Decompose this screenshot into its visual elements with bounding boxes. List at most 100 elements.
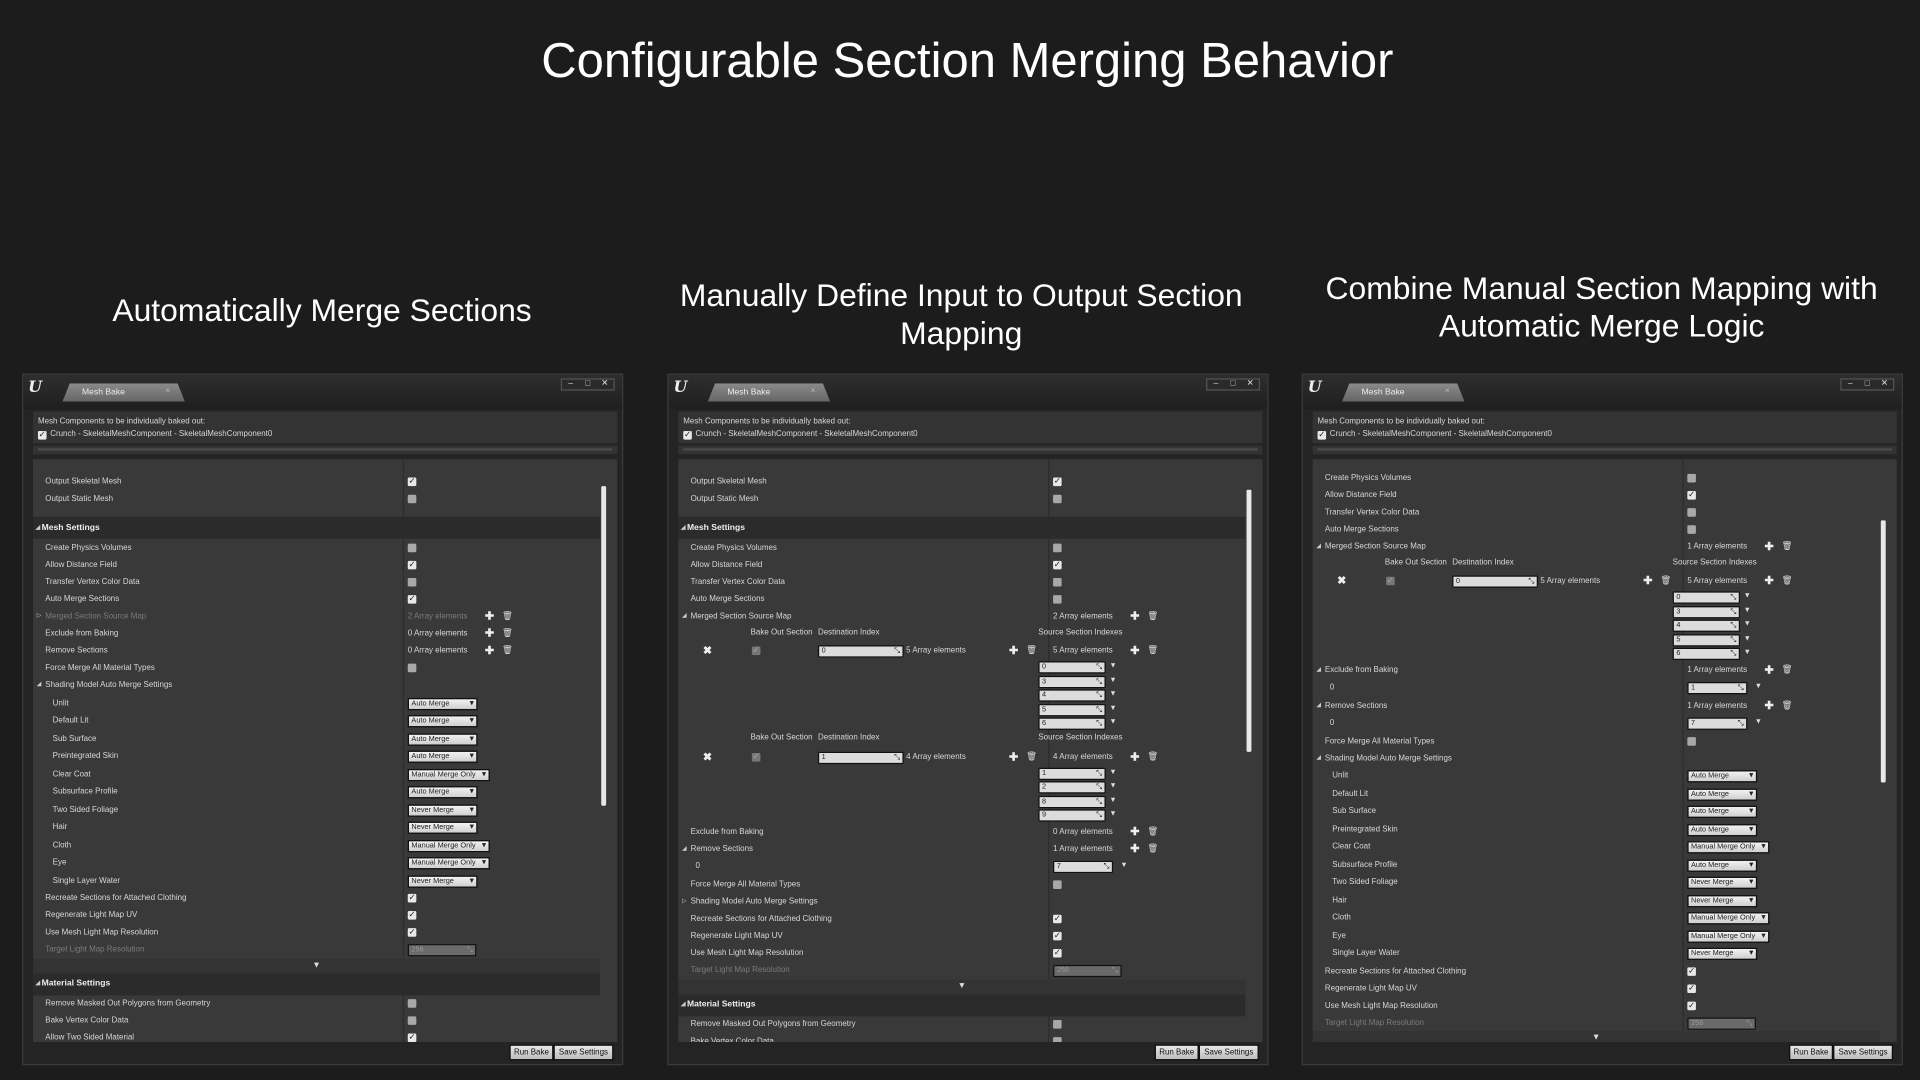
expand-triangle-icon[interactable]: ◢ [1316, 701, 1321, 708]
dropdown[interactable]: Manual Merge Only [1687, 912, 1770, 925]
tab-mesh-bake[interactable]: Mesh Bake × [1342, 383, 1465, 402]
checkbox[interactable] [407, 577, 417, 586]
expand-triangle-icon[interactable]: ◢ [1316, 754, 1321, 761]
checkbox[interactable] [1053, 1020, 1062, 1029]
element-menu-arrow[interactable]: ▼ [1109, 663, 1116, 670]
horizontal-scrollbar[interactable] [33, 445, 618, 455]
property-row[interactable]: ◢ Merged Section Source Map 1 Array elemen… [1313, 538, 1880, 556]
property-row[interactable]: ◢ Remove Sections 1 Array elements ✚ 🗑 [678, 840, 1245, 858]
expand-triangle-icon[interactable]: ◢ [681, 1000, 686, 1007]
dropdown[interactable]: Manual Merge Only [1687, 930, 1770, 943]
vertical-scrollbar[interactable] [601, 486, 607, 807]
delete-all-icon[interactable]: 🗑 [1147, 611, 1158, 621]
element-menu-arrow[interactable]: ▼ [1744, 649, 1751, 656]
remove-entry-icon[interactable]: ✖ [1337, 574, 1346, 587]
array-value-field[interactable]: 7 [1053, 861, 1114, 874]
dropdown[interactable]: Manual Merge Only [407, 839, 490, 852]
delete-all-icon[interactable]: 🗑 [1147, 751, 1158, 761]
checkbox[interactable]: ✓ [1053, 560, 1062, 569]
number-field[interactable]: 256 [1687, 1016, 1756, 1030]
tab-close-icon[interactable]: × [810, 387, 815, 396]
checkbox[interactable]: ✓ [1053, 914, 1062, 924]
add-element-icon[interactable]: ✚ [485, 627, 494, 640]
delete-all-icon[interactable]: 🗑 [502, 645, 513, 656]
vertical-scrollbar[interactable] [1880, 520, 1886, 783]
delete-all-icon[interactable]: 🗑 [502, 628, 513, 638]
add-element-icon[interactable]: ✚ [1009, 644, 1018, 657]
checkbox[interactable] [1687, 524, 1696, 534]
checkbox[interactable] [1687, 473, 1696, 482]
save-settings-button[interactable]: Save Settings [1833, 1044, 1894, 1061]
title-bar[interactable]: U Mesh Bake × ‒ □ ✕ [23, 374, 623, 409]
element-menu-arrow[interactable]: ▼ [1120, 862, 1127, 869]
remove-entry-icon[interactable]: ✖ [703, 750, 712, 763]
minimize-button[interactable]: ‒ [1842, 380, 1859, 390]
checkbox[interactable] [1053, 543, 1062, 552]
section-header[interactable]: ◢ Mesh Settings [33, 516, 601, 539]
section-header[interactable]: ◢ Material Settings [678, 993, 1246, 1016]
vertical-scrollbar[interactable] [1246, 489, 1252, 752]
source-index-field[interactable]: 2 [1038, 781, 1106, 794]
add-element-icon[interactable]: ✚ [1130, 825, 1139, 838]
title-bar[interactable]: U Mesh Bake × ‒ □ ✕ [668, 374, 1268, 409]
remove-entry-icon[interactable]: ✖ [703, 644, 712, 657]
delete-all-icon[interactable]: 🗑 [1782, 665, 1793, 675]
add-element-icon[interactable]: ✚ [1009, 750, 1018, 763]
advanced-expander[interactable]: ▼ [1312, 1031, 1880, 1043]
add-element-icon[interactable]: ✚ [1130, 842, 1139, 855]
add-element-icon[interactable]: ✚ [1130, 644, 1139, 657]
element-menu-arrow[interactable]: ▼ [1755, 719, 1762, 726]
checkbox[interactable]: ✓ [1053, 948, 1062, 958]
section-header[interactable]: ◢ Mesh Settings [678, 516, 1246, 539]
array-value-field[interactable]: 7 [1687, 717, 1748, 731]
maximize-button[interactable]: □ [579, 380, 596, 390]
source-index-field[interactable]: 8 [1038, 795, 1106, 808]
dropdown[interactable]: Auto Merge [1687, 788, 1758, 801]
dropdown[interactable]: Never Merge [407, 875, 478, 888]
dropdown[interactable]: Auto Merge [1687, 823, 1758, 837]
number-field[interactable]: 256 [407, 944, 477, 957]
add-element-icon[interactable]: ✚ [485, 609, 494, 622]
minimize-button[interactable]: ‒ [562, 380, 579, 390]
source-index-field[interactable]: 0 [1038, 661, 1106, 674]
title-bar[interactable]: U Mesh Bake × ‒ □ ✕ [1302, 374, 1902, 409]
element-menu-arrow[interactable]: ▼ [1744, 607, 1751, 614]
property-row[interactable]: ▷ Shading Model Auto Merge Settings [678, 893, 1245, 911]
add-element-icon[interactable]: ✚ [485, 644, 494, 657]
source-index-field[interactable]: 3 [1038, 675, 1106, 688]
element-menu-arrow[interactable]: ▼ [1744, 593, 1751, 600]
element-menu-arrow[interactable]: ▼ [1755, 684, 1762, 691]
dropdown[interactable]: Never Merge [407, 821, 478, 835]
expand-triangle-icon[interactable]: ◢ [682, 612, 687, 619]
element-menu-arrow[interactable]: ▼ [1109, 705, 1116, 712]
expand-triangle-icon[interactable]: ◢ [1316, 666, 1321, 673]
dropdown[interactable]: Never Merge [1687, 894, 1758, 908]
checkbox[interactable]: ✓ [1687, 966, 1696, 976]
element-menu-arrow[interactable]: ▼ [1109, 811, 1116, 818]
close-button[interactable]: ✕ [596, 380, 613, 390]
checkbox[interactable] [1687, 736, 1696, 746]
dropdown[interactable]: Auto Merge [407, 697, 478, 710]
delete-all-icon[interactable]: 🗑 [502, 611, 513, 621]
element-menu-arrow[interactable]: ▼ [1109, 783, 1116, 790]
property-row[interactable]: ▷ Merged Section Source Map 2 Array elemen… [33, 607, 600, 625]
expand-triangle-icon[interactable]: ◢ [36, 980, 41, 987]
save-settings-button[interactable]: Save Settings [553, 1044, 614, 1061]
element-menu-arrow[interactable]: ▼ [1744, 635, 1751, 642]
checkbox[interactable]: ✓ [407, 893, 417, 903]
delete-all-icon[interactable]: 🗑 [1660, 576, 1671, 586]
source-index-field[interactable]: 6 [1672, 648, 1741, 661]
tab-close-icon[interactable]: × [1445, 387, 1450, 396]
checkbox[interactable] [407, 494, 417, 503]
delete-all-icon[interactable]: 🗑 [1782, 700, 1793, 710]
checkbox[interactable] [1053, 577, 1062, 586]
element-menu-arrow[interactable]: ▼ [1109, 719, 1116, 726]
element-menu-arrow[interactable]: ▼ [1109, 691, 1116, 698]
horizontal-scrollbar[interactable] [678, 445, 1263, 455]
checkbox[interactable] [407, 1016, 417, 1025]
property-row[interactable]: ◢ Remove Sections 1 Array elements ✚ 🗑 [1313, 697, 1880, 715]
delete-all-icon[interactable]: 🗑 [1026, 751, 1037, 761]
property-row[interactable]: ◢ Merged Section Source Map 2 Array elemen… [678, 607, 1245, 625]
checkbox[interactable] [1053, 594, 1062, 604]
checkbox[interactable]: ✓ [407, 560, 417, 569]
